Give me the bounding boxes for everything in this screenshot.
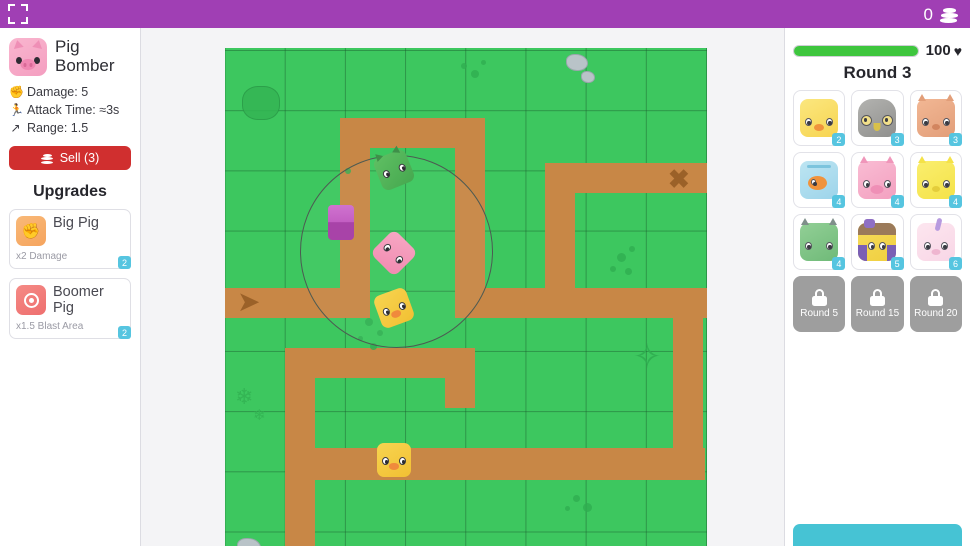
- bush-decoration: [242, 86, 280, 120]
- upgrade-boomer-pig[interactable]: Boomer Pig x1.5 Blast Area 2: [9, 278, 131, 340]
- coin-stack-icon: [940, 6, 960, 23]
- locked-card-round-15[interactable]: Round 15: [851, 276, 904, 332]
- path-segment: [445, 348, 475, 408]
- upgrade-cost-badge: 2: [118, 256, 131, 269]
- card-cost-badge: 3: [948, 133, 962, 146]
- fullscreen-icon[interactable]: [8, 4, 28, 24]
- card-cost-badge: 4: [890, 195, 904, 208]
- clover-decoration: ❄: [253, 407, 266, 424]
- upgrade-label: Big Pig: [53, 215, 99, 231]
- coin-stack-icon-small: [40, 153, 54, 164]
- unlock-round-label: Round 20: [914, 308, 958, 319]
- sell-button[interactable]: Sell (3): [9, 146, 131, 170]
- stat-range: ↗ Range: 1.5: [9, 121, 131, 135]
- lock-icon: [928, 289, 944, 306]
- game-map[interactable]: ✧ ❄ ❄ ✖ ➤: [225, 48, 707, 546]
- card-cost-badge: 2: [832, 133, 846, 146]
- grass-speck: [610, 266, 616, 272]
- runner-icon: 🏃: [9, 103, 24, 117]
- card-cost-badge: 5: [890, 257, 904, 270]
- pig-avatar-icon: [9, 38, 47, 76]
- card-cost-badge: 4: [832, 195, 846, 208]
- tower-name: Pig Bomber: [55, 37, 115, 75]
- grass-speck: [617, 253, 626, 262]
- coin-counter: 0: [924, 6, 960, 23]
- chick-tower-card[interactable]: 2: [793, 90, 846, 146]
- health-row: 100 ♥: [793, 42, 962, 59]
- path-segment: [545, 163, 575, 318]
- unicorn-tower-card[interactable]: 6: [909, 214, 962, 270]
- stat-range-label: Range: 1.5: [27, 121, 89, 135]
- range-arrow-icon: ↗: [10, 121, 21, 135]
- lock-icon: [869, 289, 885, 306]
- upgrades-heading: Upgrades: [33, 183, 107, 200]
- yellow-chick-unit-2[interactable]: [377, 443, 411, 477]
- unlock-round-label: Round 15: [855, 308, 900, 319]
- locked-card-round-5[interactable]: Round 5: [793, 276, 846, 332]
- grass-speck: [629, 246, 635, 252]
- fish-tower-card[interactable]: 4: [793, 152, 846, 208]
- health-text: 100 ♥: [926, 42, 962, 59]
- clover-decoration: ❄: [235, 384, 254, 409]
- stat-attack-time: 🏃 Attack Time: ≈3s: [9, 103, 131, 117]
- grass-speck: [625, 268, 632, 275]
- health-bar: [793, 44, 919, 57]
- pig-tower-card[interactable]: 4: [851, 152, 904, 208]
- stat-damage: ✊ Damage: 5: [9, 85, 131, 99]
- card-cost-badge: 6: [948, 257, 962, 270]
- upgrade-cost-badge: 2: [118, 326, 131, 340]
- blast-icon: [16, 285, 46, 315]
- locked-card-round-20[interactable]: Round 20: [909, 276, 962, 332]
- game-root: 0 Pig Bomber ✊ Damage: 5 🏃 Attack Time: …: [0, 0, 970, 546]
- tower-card-grid: 2 3 3 4 4 4 4 5 6 Round 5 Round 15 Round…: [793, 90, 962, 332]
- direction-arrow-icon: ➤: [237, 286, 261, 317]
- card-cost-badge: 4: [832, 257, 846, 270]
- grass-speck: [471, 70, 479, 78]
- map-viewport[interactable]: ✧ ❄ ❄ ✖ ➤: [141, 28, 784, 546]
- stat-damage-label: Damage: 5: [27, 85, 89, 99]
- grass-speck: [573, 495, 580, 502]
- fist-icon: ✊: [16, 216, 46, 246]
- upgrade-big-pig[interactable]: ✊ Big Pig x2 Damage 2: [9, 209, 131, 269]
- upgrade-desc: x1.5 Blast Area: [16, 321, 84, 333]
- lock-icon: [811, 289, 827, 306]
- spawn-marker-icon: ✖: [668, 164, 690, 194]
- upgrade-desc: x2 Damage: [16, 251, 68, 262]
- card-cost-badge: 4: [948, 195, 962, 208]
- health-bar-fill: [794, 45, 918, 56]
- sell-button-label: Sell (3): [59, 151, 100, 165]
- coin-amount: 0: [923, 4, 933, 24]
- grass-speck: [481, 60, 486, 65]
- owl-tower-card[interactable]: 3: [851, 90, 904, 146]
- round-label: Round 3: [843, 63, 912, 82]
- top-bar: 0: [0, 0, 970, 28]
- heart-icon: ♥: [953, 42, 962, 59]
- prince-tower-card[interactable]: 5: [851, 214, 904, 270]
- dino-tower-card[interactable]: 4: [793, 214, 846, 270]
- path-segment: [285, 448, 705, 480]
- start-round-button[interactable]: [793, 524, 962, 546]
- grass-speck: [461, 63, 467, 69]
- path-segment: [285, 448, 315, 546]
- star-decoration: ✧: [633, 338, 662, 376]
- rock-decoration: [566, 54, 588, 71]
- tower-stats: ✊ Damage: 5 🏃 Attack Time: ≈3s ↗ Range: …: [9, 85, 131, 135]
- rock-decoration: [581, 71, 595, 83]
- shop-panel: 100 ♥ Round 3 2 3 3 4 4 4 4 5 6 Round 5 …: [784, 28, 970, 546]
- path-segment: [455, 288, 707, 318]
- cat-yellow-tower-card[interactable]: 4: [909, 152, 962, 208]
- grass-speck: [565, 506, 570, 511]
- fist-icon: ✊: [9, 85, 24, 99]
- unlock-round-label: Round 5: [800, 308, 839, 319]
- tower-header: Pig Bomber: [9, 37, 131, 76]
- stat-attack-time-label: Attack Time: ≈3s: [27, 103, 120, 117]
- fox-tower-card[interactable]: 3: [909, 90, 962, 146]
- tower-detail-sidebar: Pig Bomber ✊ Damage: 5 🏃 Attack Time: ≈3…: [0, 28, 141, 546]
- health-value: 100: [925, 42, 951, 59]
- upgrade-label: Boomer Pig: [53, 284, 104, 316]
- purple-block-obstacle: [328, 205, 354, 240]
- card-cost-badge: 3: [890, 133, 904, 146]
- grass-speck: [583, 503, 592, 512]
